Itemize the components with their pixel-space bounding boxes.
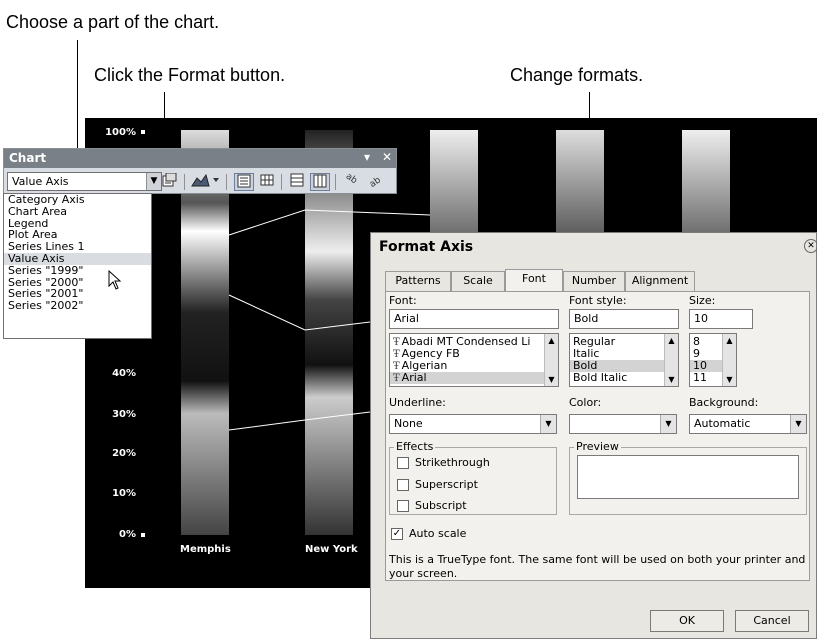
list-item[interactable]: Series "1999" bbox=[4, 264, 151, 277]
tab-patterns[interactable]: Patterns bbox=[385, 271, 451, 291]
effects-label: Effects bbox=[394, 440, 436, 453]
chart-objects-combo[interactable]: Value Axis ▼ bbox=[7, 172, 162, 191]
scroll-down-icon[interactable]: ▼ bbox=[545, 373, 558, 386]
chevron-down-icon[interactable]: ▼ bbox=[660, 415, 676, 433]
font-label: Font: bbox=[389, 294, 417, 307]
y-tick-0: 0% bbox=[119, 529, 136, 540]
dialog-title: Format Axis bbox=[379, 239, 474, 255]
tab-number[interactable]: Number bbox=[563, 271, 625, 291]
legend-icon[interactable] bbox=[234, 173, 254, 191]
y-tick-20: 20% bbox=[112, 448, 136, 459]
background-select[interactable]: Automatic ▼ bbox=[689, 414, 807, 434]
chevron-down-icon[interactable]: ▼ bbox=[146, 173, 161, 190]
font-style-list[interactable]: Regular Italic Bold Bold Italic ▲ ▼ bbox=[569, 333, 679, 387]
scrollbar[interactable]: ▲ ▼ bbox=[722, 334, 736, 386]
scrollbar[interactable]: ▲ ▼ bbox=[544, 334, 558, 386]
list-item-selected[interactable]: Value Axis bbox=[4, 253, 151, 265]
list-item-selected[interactable]: Ŧ Arial bbox=[390, 372, 558, 384]
y-tick-40: 40% bbox=[112, 368, 136, 379]
tab-alignment[interactable]: Alignment bbox=[625, 271, 695, 291]
auto-scale-label[interactable]: Auto scale bbox=[409, 527, 466, 540]
font-input[interactable]: Arial bbox=[389, 309, 559, 329]
category-label-new-york: New York bbox=[305, 544, 358, 555]
underline-select[interactable]: None ▼ bbox=[389, 414, 557, 434]
toolbar-separator bbox=[226, 174, 227, 190]
subscript-checkbox[interactable] bbox=[397, 500, 409, 512]
mouse-pointer-icon bbox=[108, 269, 122, 295]
color-select[interactable]: ▼ bbox=[569, 414, 677, 434]
scroll-up-icon[interactable]: ▲ bbox=[545, 334, 558, 347]
category-label-memphis: Memphis bbox=[180, 544, 231, 555]
format-selected-object-icon[interactable] bbox=[160, 172, 180, 191]
chevron-down-icon[interactable]: ▼ bbox=[790, 415, 806, 433]
strikethrough-label[interactable]: Strikethrough bbox=[415, 456, 490, 469]
svg-text:ab: ab bbox=[368, 175, 381, 187]
scroll-up-icon[interactable]: ▲ bbox=[665, 334, 678, 347]
truetype-icon: Ŧ bbox=[393, 373, 400, 384]
font-style-label: Font style: bbox=[569, 294, 627, 307]
chart-type-icon[interactable] bbox=[190, 173, 220, 191]
chart-objects-value: Value Axis bbox=[12, 175, 69, 188]
by-row-icon[interactable] bbox=[287, 173, 307, 191]
list-item[interactable]: Chart Area bbox=[4, 205, 151, 218]
tab-font[interactable]: Font bbox=[505, 269, 563, 292]
underline-label: Underline: bbox=[389, 396, 446, 409]
chevron-down-icon[interactable]: ▼ bbox=[540, 415, 556, 433]
font-style-input[interactable]: Bold bbox=[569, 309, 679, 329]
background-value: Automatic bbox=[694, 417, 751, 430]
toolbar-separator bbox=[335, 174, 336, 190]
auto-scale-checkbox[interactable]: ✓ bbox=[391, 528, 403, 540]
truetype-icon: Ŧ bbox=[393, 349, 400, 360]
y-tick-100: 100% bbox=[105, 127, 136, 138]
ok-button[interactable]: OK bbox=[650, 610, 724, 632]
size-list[interactable]: 8 9 10 11 ▲ ▼ bbox=[689, 333, 737, 387]
list-item[interactable]: Bold Italic bbox=[570, 372, 678, 384]
truetype-note: This is a TrueType font. The same font w… bbox=[389, 553, 806, 580]
chart-toolbar: Chart ▾ ✕ Value Axis ▼ ab ab bbox=[3, 148, 397, 194]
toolbar-separator bbox=[184, 174, 185, 190]
scroll-up-icon[interactable]: ▲ bbox=[723, 334, 736, 347]
angle-text-downward-icon[interactable]: ab bbox=[341, 172, 361, 191]
tab-scale[interactable]: Scale bbox=[451, 271, 505, 291]
y-tick-30: 30% bbox=[112, 409, 136, 420]
data-table-icon[interactable] bbox=[257, 173, 277, 191]
truetype-icon: Ŧ bbox=[393, 337, 400, 348]
size-label: Size: bbox=[689, 294, 716, 307]
angle-text-upward-icon[interactable]: ab bbox=[364, 173, 384, 191]
superscript-checkbox[interactable] bbox=[397, 479, 409, 491]
list-item[interactable]: Series "2002" bbox=[4, 300, 151, 312]
close-icon[interactable]: ✕ bbox=[804, 239, 817, 253]
font-list[interactable]: Ŧ Abadi MT Condensed Li Ŧ Agency FB Ŧ Alger… bbox=[389, 333, 559, 387]
color-label: Color: bbox=[569, 396, 602, 409]
preview-box bbox=[577, 455, 799, 499]
format-axis-dialog: Format Axis ✕ Patterns Scale Font Number… bbox=[370, 232, 817, 639]
underline-value: None bbox=[394, 417, 423, 430]
y-tick-10: 10% bbox=[112, 488, 136, 499]
toolbar-close-icon[interactable]: ✕ bbox=[382, 150, 392, 164]
superscript-label[interactable]: Superscript bbox=[415, 478, 478, 491]
chart-objects-list[interactable]: Category Axis Chart Area Legend Plot Are… bbox=[3, 193, 152, 339]
truetype-icon: Ŧ bbox=[393, 361, 400, 372]
strikethrough-checkbox[interactable] bbox=[397, 457, 409, 469]
svg-text:ab: ab bbox=[344, 173, 358, 186]
cancel-button[interactable]: Cancel bbox=[735, 610, 809, 632]
scroll-down-icon[interactable]: ▼ bbox=[665, 373, 678, 386]
subscript-label[interactable]: Subscript bbox=[415, 499, 467, 512]
background-label: Background: bbox=[689, 396, 759, 409]
size-input[interactable]: 10 bbox=[689, 309, 753, 329]
by-column-icon[interactable] bbox=[310, 173, 330, 191]
preview-label: Preview bbox=[574, 440, 621, 453]
scroll-down-icon[interactable]: ▼ bbox=[723, 373, 736, 386]
toolbar-title[interactable]: Chart bbox=[4, 149, 396, 168]
toolbar-separator bbox=[281, 174, 282, 190]
scrollbar[interactable]: ▲ ▼ bbox=[664, 334, 678, 386]
toolbar-options-icon[interactable]: ▾ bbox=[364, 150, 370, 164]
